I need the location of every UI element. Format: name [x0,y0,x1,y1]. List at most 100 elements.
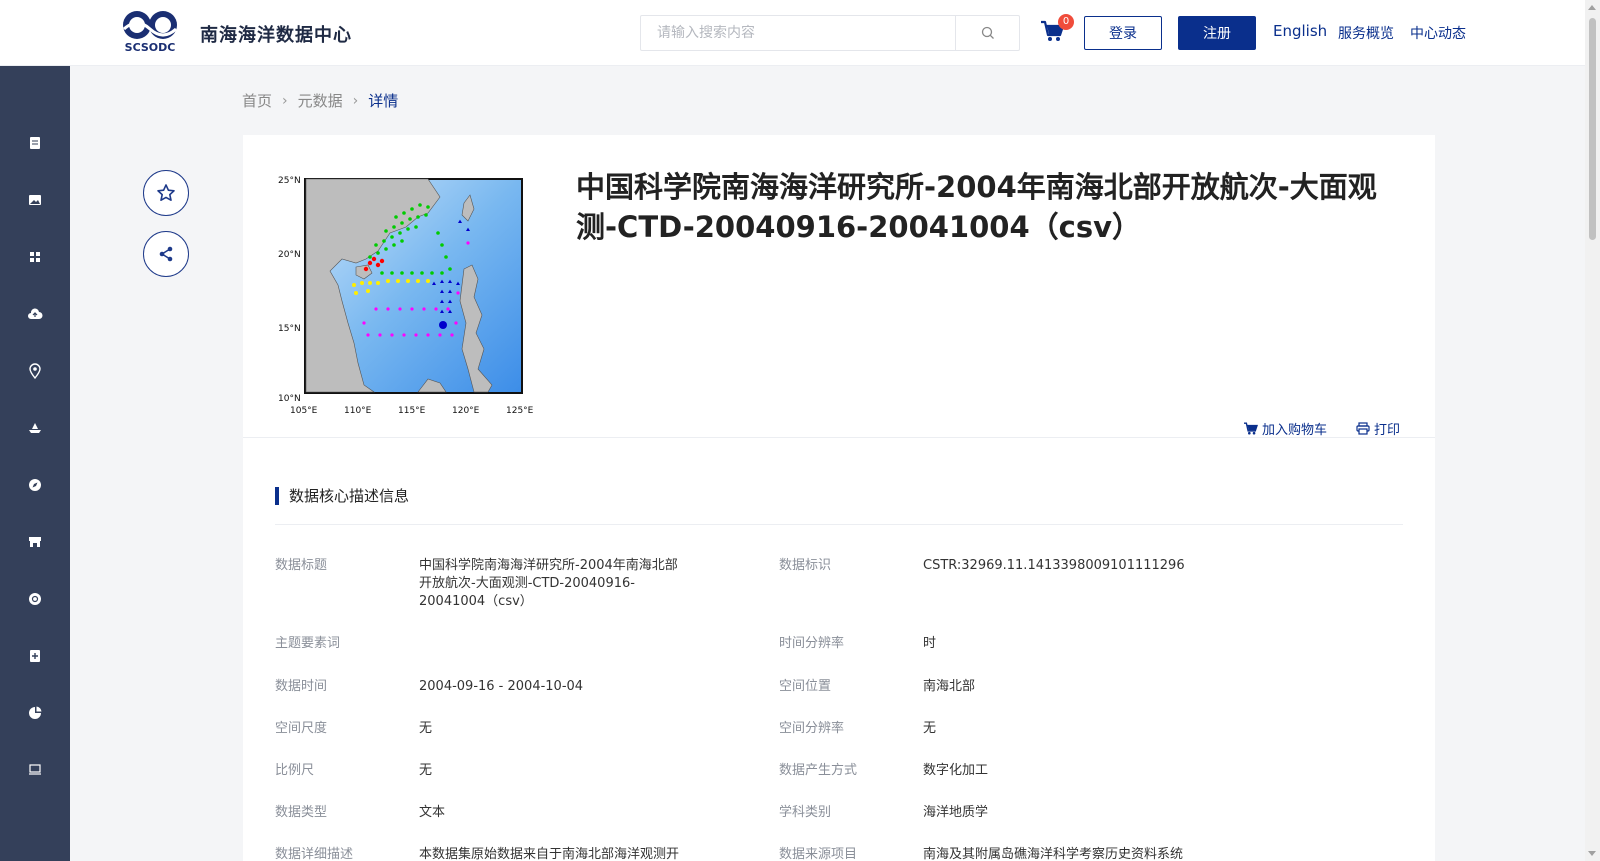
cart-icon [1244,422,1258,435]
field-label-scale: 比例尺 [275,763,315,778]
location-pin-icon [29,363,41,379]
field-value-spatial-resolution: 无 [923,721,937,736]
lon-label-125: 125°E [506,406,534,416]
globe-icon [29,593,41,605]
field-value-data-type: 文本 [419,805,446,820]
ship-icon [29,423,41,433]
sidebar-item-chart[interactable] [0,693,70,733]
sidebar-item-image[interactable] [0,180,70,220]
field-value-time: 2004-09-16 - 2004-10-04 [419,679,584,694]
sidebar-item-compass[interactable] [0,465,70,505]
section-title-core-info: 数据核心描述信息 [275,487,409,505]
pie-chart-icon [29,706,42,719]
image-icon [29,195,41,205]
field-value-production-method: 数字化加工 [923,763,989,778]
lon-label-110: 110°E [344,406,372,416]
sidebar-item-document[interactable] [0,123,70,163]
field-value-identifier: CSTR:32969.11.1413398009101111296 [923,558,1185,573]
search-box [640,15,1020,51]
field-label-production-method: 数据产生方式 [779,763,858,778]
field-value-location: 南海北部 [923,679,976,694]
monitor-icon [29,764,41,775]
field-label-time-resolution: 时间分辨率 [779,636,845,651]
share-button[interactable] [143,231,189,277]
nav-services[interactable]: 服务概览 [1338,23,1394,43]
lat-label-10: 10°N [278,394,301,404]
nav-news[interactable]: 中心动态 [1410,23,1466,43]
plus-doc-icon [30,650,40,662]
compass-icon [29,479,41,491]
field-label-time: 数据时间 [275,679,328,694]
register-button[interactable]: 注册 [1178,16,1256,50]
field-label-source-project: 数据来源项目 [779,847,858,861]
page-scrollbar[interactable] [1585,0,1600,861]
section-divider [275,524,1403,525]
svg-text:SCSODC: SCSODC [125,41,176,53]
breadcrumb: 首页 › 元数据 › 详情 [242,90,398,111]
search-button[interactable] [955,16,1019,50]
field-label-data-type: 数据类型 [275,805,328,820]
field-label-description: 数据详细描述 [275,847,354,861]
site-title[interactable]: 南海海洋数据中心 [200,21,352,47]
field-value-source-project: 南海及其附属岛礁海洋科学考察历史资料系统 [923,847,1184,861]
field-value-title: 中国科学院南海海洋研究所-2004年南海北部开放航次-大面观测-CTD-2004… [419,558,678,609]
breadcrumb-detail: 详情 [368,92,399,110]
field-label-title: 数据标题 [275,558,328,573]
favorite-button[interactable] [143,170,189,216]
share-icon [159,246,173,262]
lon-label-115: 115°E [398,406,426,416]
sidebar-item-location[interactable] [0,351,70,391]
lat-label-20: 20°N [278,250,301,260]
lat-label-25: 25°N [278,176,301,186]
search-input[interactable] [641,16,957,50]
sidebar-item-grid[interactable] [0,237,70,277]
document-icon [30,137,40,149]
field-label-spatial-resolution: 空间分辨率 [779,721,845,736]
field-label-discipline: 学科类别 [779,805,832,820]
scroll-down-arrow[interactable] [1588,851,1596,856]
chevron-right-icon: › [352,92,359,109]
field-label-keywords: 主题要素词 [275,636,341,651]
sidebar-item-store[interactable] [0,522,70,562]
add-to-cart-label: 加入购物车 [1262,423,1328,438]
left-sidebar [0,66,70,861]
lon-label-120: 120°E [452,406,480,416]
star-icon [157,184,175,201]
field-label-identifier: 数据标识 [779,558,832,573]
print-link[interactable]: 打印 [1356,419,1400,438]
field-value-scale: 无 [419,763,433,778]
printer-icon [1356,422,1370,435]
sidebar-item-ship[interactable] [0,408,70,448]
site-logo[interactable]: SCSODC [120,7,180,53]
store-icon [29,537,41,547]
grid-icon [30,252,40,262]
top-header: SCSODC 南海海洋数据中心 0 登录 注册 English 服务概览 中心动… [0,0,1585,66]
print-label: 打印 [1374,423,1401,438]
search-icon [981,26,994,39]
sidebar-item-monitor[interactable] [0,750,70,790]
detail-card: 25°N 20°N 15°N 10°N 105°E 110°E 115°E 12… [243,135,1435,861]
field-value-discipline: 海洋地质学 [923,805,989,820]
cart-count-badge: 0 [1058,14,1074,30]
cart-button[interactable]: 0 [1040,14,1074,46]
breadcrumb-metadata[interactable]: 元数据 [298,90,343,111]
field-label-spatial-scale: 空间尺度 [275,721,328,736]
sidebar-item-add[interactable] [0,636,70,676]
breadcrumb-home[interactable]: 首页 [242,90,272,111]
field-value-spatial-scale: 无 [419,721,433,736]
add-to-cart-link[interactable]: 加入购物车 [1243,419,1327,438]
nav-english[interactable]: English [1273,22,1327,40]
card-divider [243,437,1435,438]
dataset-title: 中国科学院南海海洋研究所-2004年南海北部开放航次-大面观测-CTD-2004… [576,170,1377,244]
lon-label-105: 105°E [290,406,318,416]
station-map-thumbnail[interactable]: 25°N 20°N 15°N 10°N 105°E 110°E 115°E 12… [278,173,538,418]
chevron-right-icon: › [282,92,288,109]
field-label-location: 空间位置 [779,679,832,694]
login-button[interactable]: 登录 [1084,16,1162,50]
sidebar-item-cloud[interactable] [0,294,70,334]
cloud-upload-icon [28,308,43,319]
scrollbar-thumb[interactable] [1589,18,1596,240]
sidebar-item-globe[interactable] [0,579,70,619]
field-value-description: 本数据集原始数据来自于南海北部海洋观测开 [419,847,680,861]
scroll-up-arrow[interactable] [1588,5,1596,10]
